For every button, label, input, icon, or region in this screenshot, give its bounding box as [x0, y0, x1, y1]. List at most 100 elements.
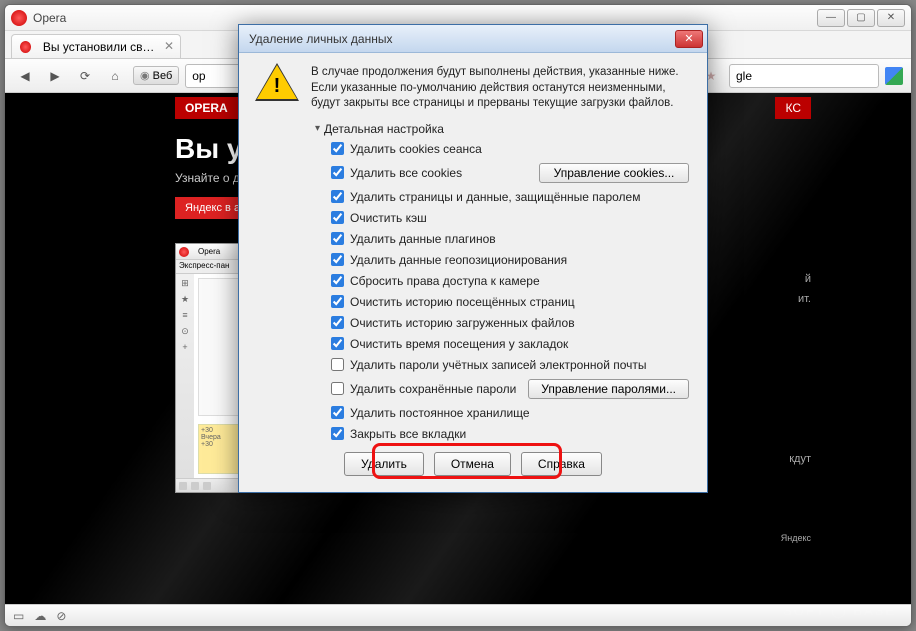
mini-status-icon — [191, 482, 199, 490]
checkbox-row: Очистить время посещения у закладок — [331, 337, 689, 351]
clear-download-history-checkbox[interactable] — [331, 316, 344, 329]
mini-side-icon: ⊙ — [180, 326, 190, 336]
delete-all-cookies-checkbox[interactable] — [331, 166, 344, 179]
mini-title: Opera — [198, 247, 220, 256]
back-button[interactable]: ◀ — [13, 64, 37, 88]
page-subheading: Узнайте о до — [175, 171, 247, 185]
clear-bookmark-times-checkbox[interactable] — [331, 337, 344, 350]
mini-window-preview: Opera Экспресс-пан ⊞ ★ ≡ ⊙ + +30Вчера+30 — [175, 243, 245, 493]
watermark: SOFT ◯ BASE — [783, 603, 896, 619]
mini-tab: Экспресс-пан — [176, 260, 244, 274]
checkbox-label: Удалить данные геопозиционирования — [350, 253, 567, 267]
reset-camera-perms-checkbox[interactable] — [331, 274, 344, 287]
delete-button[interactable]: Удалить — [344, 452, 424, 476]
delete-email-passwords-checkbox[interactable] — [331, 358, 344, 371]
side-text-2: ит. — [798, 293, 811, 305]
checkbox-row: Удалить данные плагинов — [331, 232, 689, 246]
dialog-body: ! В случае продолжения будут выполнены д… — [239, 53, 707, 492]
expander-label: Детальная настройка — [324, 122, 444, 136]
delete-session-cookies-checkbox[interactable] — [331, 142, 344, 155]
clear-history-checkbox[interactable] — [331, 295, 344, 308]
maximize-button[interactable]: ▢ — [847, 9, 875, 27]
mini-main: +30Вчера+30 — [194, 274, 244, 478]
tab-label: Вы установили свежу... — [43, 40, 160, 54]
side-text-3: кдут — [789, 453, 811, 465]
dialog-warning-text: В случае продолжения будут выполнены дей… — [311, 65, 689, 112]
status-downloads-icon[interactable]: ⊘ — [56, 609, 66, 623]
translate-icon[interactable] — [885, 67, 903, 85]
warning-icon: ! — [257, 65, 297, 101]
checkbox-row: Очистить кэш — [331, 211, 689, 225]
tab-favicon-icon — [20, 41, 31, 53]
statusbar: ▭ ☁ ⊘ — [5, 604, 911, 626]
checkbox-row: Удалить данные геопозиционирования — [331, 253, 689, 267]
tab-close-button[interactable]: ✕ — [162, 39, 176, 53]
mini-side-icon: + — [180, 342, 190, 352]
checkbox-label: Удалить сохранённые пароли — [350, 382, 516, 396]
checkbox-label: Удалить все cookies — [350, 166, 462, 180]
checkbox-label: Удалить страницы и данные, защищённые па… — [350, 190, 640, 204]
opera-badge: OPERA — [175, 97, 238, 119]
checkbox-row: Сбросить права доступа к камере — [331, 274, 689, 288]
delete-private-data-dialog: Удаление личных данных ✕ ! В случае прод… — [238, 24, 708, 493]
mini-tab-label: Экспресс-пан — [179, 261, 229, 270]
cancel-button[interactable]: Отмена — [434, 452, 511, 476]
delete-geolocation-checkbox[interactable] — [331, 253, 344, 266]
checkbox-row: Очистить историю загруженных файлов — [331, 316, 689, 330]
checkbox-row: Закрыть все вкладки — [331, 427, 689, 441]
checkbox-row: Удалить все cookies Управление cookies..… — [331, 163, 689, 183]
close-window-button[interactable]: ✕ — [877, 9, 905, 27]
side-text-4: Яндекс — [781, 533, 811, 543]
dialog-button-row: Удалить Отмена Справка — [257, 448, 689, 478]
dialog-header: ! В случае продолжения будут выполнены д… — [257, 65, 689, 112]
reload-button[interactable]: ⟳ — [73, 64, 97, 88]
status-panel-icon[interactable]: ▭ — [13, 609, 24, 623]
delete-plugin-data-checkbox[interactable] — [331, 232, 344, 245]
delete-saved-passwords-checkbox[interactable] — [331, 382, 344, 395]
mini-side-icon: ≡ — [180, 310, 190, 320]
delete-password-protected-checkbox[interactable] — [331, 190, 344, 203]
search-input[interactable] — [729, 64, 879, 88]
checkbox-row: Удалить страницы и данные, защищённые па… — [331, 190, 689, 204]
checkbox-label: Очистить историю посещённых страниц — [350, 295, 575, 309]
dialog-close-button[interactable]: ✕ — [675, 30, 703, 48]
side-text-1: й — [805, 273, 811, 285]
mini-statusbar — [176, 478, 244, 492]
mini-side-icon: ★ — [180, 294, 190, 304]
yandex-badge: КС — [775, 97, 811, 119]
checkbox-label: Закрыть все вкладки — [350, 427, 466, 441]
manage-cookies-button[interactable]: Управление cookies... — [539, 163, 689, 183]
checkbox-row: Удалить cookies сеанса — [331, 142, 689, 156]
address-scope-tag[interactable]: ◉ Веб — [133, 66, 179, 85]
dialog-title: Удаление личных данных — [249, 32, 392, 46]
browser-tab[interactable]: Вы установили свежу... ✕ — [11, 34, 181, 58]
checkbox-row: Удалить сохранённые пароли Управление па… — [331, 379, 689, 399]
mini-status-icon — [179, 482, 187, 490]
delete-persistent-storage-checkbox[interactable] — [331, 406, 344, 419]
dialog-titlebar: Удаление личных данных ✕ — [239, 25, 707, 53]
window-controls: — ▢ ✕ — [817, 9, 905, 27]
mini-note: +30Вчера+30 — [198, 424, 240, 474]
checkbox-label: Сбросить права доступа к камере — [350, 274, 540, 288]
checkbox-label: Удалить cookies сеанса — [350, 142, 482, 156]
status-sync-icon[interactable]: ☁ — [34, 609, 46, 623]
checkbox-label: Очистить время посещения у закладок — [350, 337, 568, 351]
mini-opera-icon — [179, 247, 189, 257]
addr-tag-label: Веб — [153, 70, 173, 82]
help-button[interactable]: Справка — [521, 452, 602, 476]
mini-body: ⊞ ★ ≡ ⊙ + +30Вчера+30 — [176, 274, 244, 478]
checkbox-list: Удалить cookies сеанса Удалить все cooki… — [257, 142, 689, 441]
forward-button[interactable]: ▶ — [43, 64, 67, 88]
home-button[interactable]: ⌂ — [103, 64, 127, 88]
checkbox-row: Удалить постоянное хранилище — [331, 406, 689, 420]
manage-passwords-button[interactable]: Управление паролями... — [528, 379, 689, 399]
checkbox-label: Очистить историю загруженных файлов — [350, 316, 575, 330]
checkbox-row: Удалить пароли учётных записей электронн… — [331, 358, 689, 372]
close-all-tabs-checkbox[interactable] — [331, 427, 344, 440]
detailed-settings-expander[interactable]: Детальная настройка — [257, 122, 689, 136]
minimize-button[interactable]: — — [817, 9, 845, 27]
checkbox-row: Очистить историю посещённых страниц — [331, 295, 689, 309]
window-title: Opera — [33, 11, 66, 25]
clear-cache-checkbox[interactable] — [331, 211, 344, 224]
checkbox-label: Удалить данные плагинов — [350, 232, 496, 246]
